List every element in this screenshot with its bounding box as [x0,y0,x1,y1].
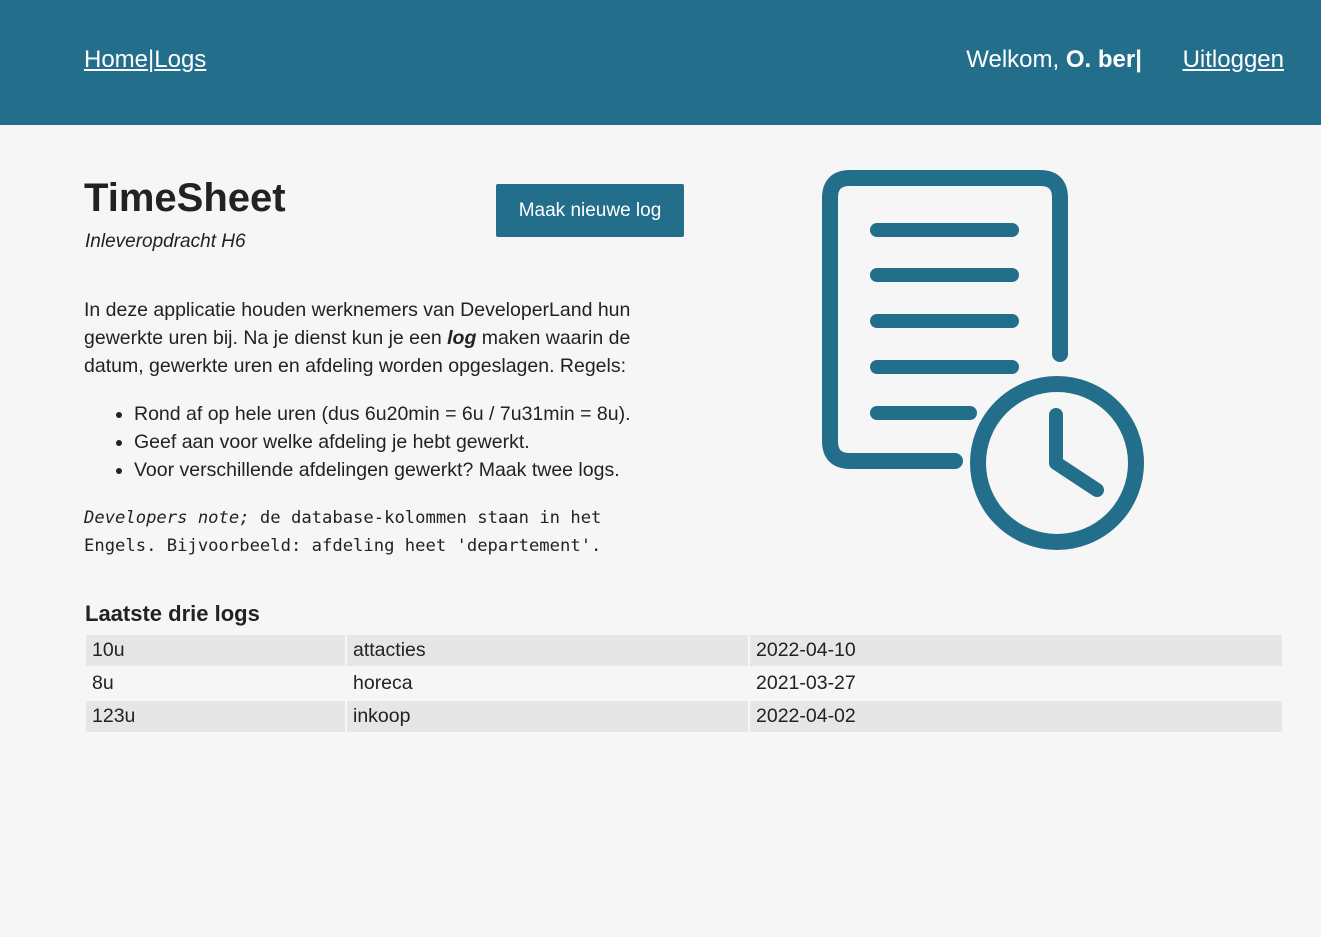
logout-link[interactable]: Uitloggen [1183,46,1284,73]
page-subtitle: Inleveropdracht H6 [85,231,246,252]
welcome-text: Welkom, O. ber| [966,46,1142,73]
rule-item: Geef aan voor welke afdeling je hebt gew… [134,428,754,456]
table-row: 10u attacties 2022-04-10 [86,635,1282,666]
welcome-prefix: Welkom, [966,46,1066,73]
table-row: 123u inkoop 2022-04-02 [86,701,1282,732]
rule-item: Rond af op hele uren (dus 6u20min = 6u /… [134,400,754,428]
log-hours: 123u [86,701,345,732]
rules-list: Rond af op hele uren (dus 6u20min = 6u /… [84,400,754,484]
timesheet-document-clock-icon [820,168,1150,553]
nav-link-home[interactable]: Home [84,46,148,73]
user-nav: Welkom, O. ber| Uitloggen [966,46,1284,74]
rule-item: Voor verschillende afdelingen gewerkt? M… [134,456,754,484]
log-hours: 8u [86,668,345,699]
page-title: TimeSheet [84,176,286,220]
recent-logs-table: 10u attacties 2022-04-10 8u horeca 2021-… [84,633,1284,734]
log-date: 2022-04-02 [750,701,1282,732]
nav-link-logs[interactable]: Logs [154,46,206,73]
top-navigation-bar: Home|Logs Welkom, O. ber| Uitloggen [0,0,1321,125]
log-department: horeca [347,668,748,699]
intro-paragraph: In deze applicatie houden werknemers van… [84,296,684,380]
username: O. ber| [1065,46,1142,73]
developer-note: Developers note; de database-kolommen st… [84,504,664,560]
intro-emphasis-log: log [447,327,477,349]
recent-logs-title: Laatste drie logs [85,601,260,626]
log-date: 2021-03-27 [750,668,1282,699]
log-department: attacties [347,635,748,666]
main-nav: Home|Logs [84,46,206,74]
developer-note-label: Developers note; [84,508,250,528]
table-row: 8u horeca 2021-03-27 [86,668,1282,699]
log-hours: 10u [86,635,345,666]
log-department: inkoop [347,701,748,732]
new-log-button[interactable]: Maak nieuwe log [496,184,684,237]
log-date: 2022-04-10 [750,635,1282,666]
